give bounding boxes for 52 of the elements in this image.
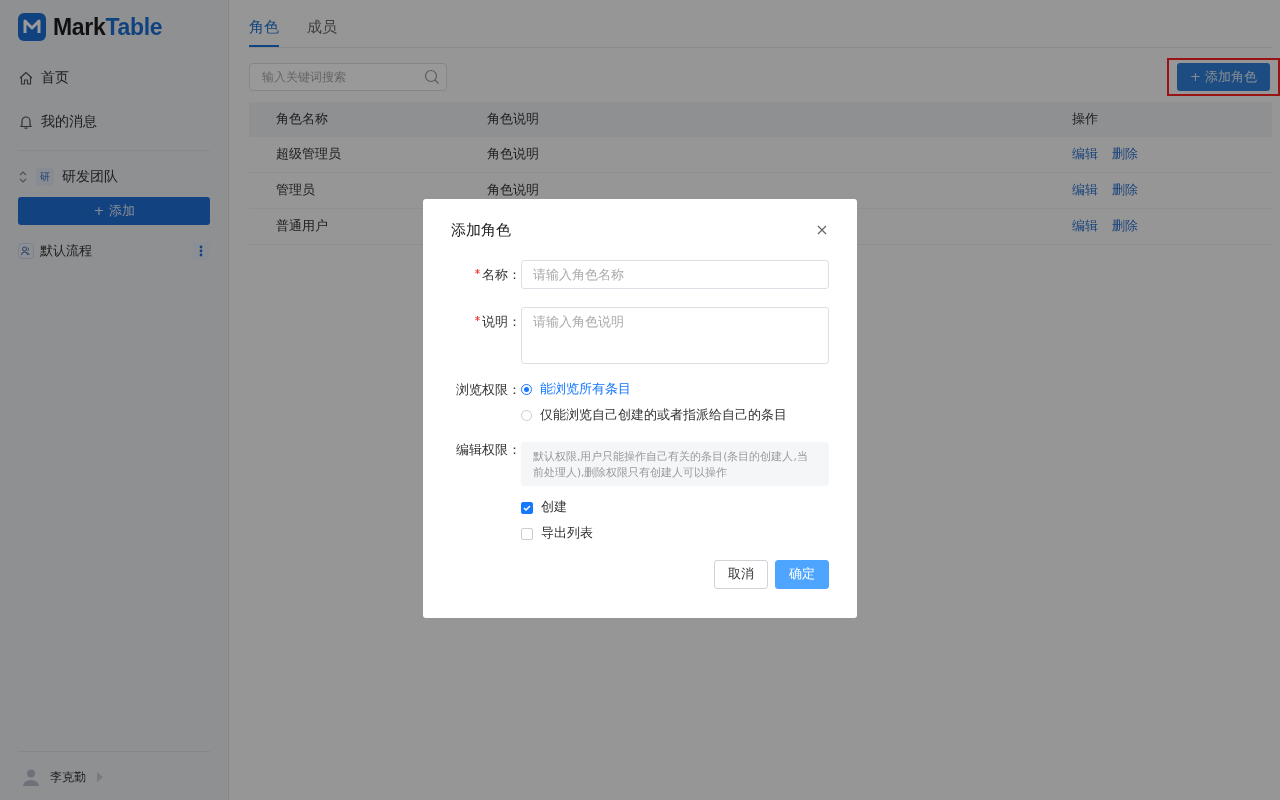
action-link[interactable]: 删除 xyxy=(1112,218,1138,235)
column-header: 角色名称 xyxy=(276,110,328,128)
radio-label[interactable]: 能浏览所有条目 xyxy=(540,381,631,398)
action-link[interactable]: 删除 xyxy=(1112,146,1138,163)
field-label: 浏览权限： xyxy=(456,381,521,399)
caret-icon xyxy=(96,772,104,782)
checkbox[interactable] xyxy=(521,501,533,514)
more-icon xyxy=(199,245,203,257)
field-label: 名称： xyxy=(482,266,521,284)
action-link[interactable]: 编辑 xyxy=(1072,218,1098,235)
team-name[interactable]: 研发团队 xyxy=(62,168,118,186)
logo-icon xyxy=(18,13,46,41)
dialog-title: 添加角色 xyxy=(451,220,511,240)
nav-item[interactable]: 首页 xyxy=(18,56,210,100)
action-link[interactable]: 删除 xyxy=(1112,182,1138,199)
permission-note: 默认权限,用户只能操作自己有关的条目(条目的创建人,当前处理人),删除权限只有创建人可以操作 xyxy=(521,441,829,486)
checkbox-label[interactable]: 创建 xyxy=(541,499,567,516)
more-menu-button[interactable] xyxy=(192,242,210,260)
cancel-button[interactable]: 取消 xyxy=(714,559,768,589)
user-name[interactable]: 李克勤 xyxy=(50,768,86,786)
table-cell: 角色说明 xyxy=(487,146,539,163)
input-field[interactable]: 请输入角色名称 xyxy=(521,259,829,289)
close-icon xyxy=(817,225,827,235)
checkbox-label[interactable]: 导出列表 xyxy=(541,525,593,542)
checkbox[interactable] xyxy=(521,527,533,540)
tab[interactable]: 角色 xyxy=(249,14,279,47)
home-icon xyxy=(18,70,34,86)
add-button[interactable]: + 添加 xyxy=(18,197,210,225)
tab[interactable]: 成员 xyxy=(307,14,337,47)
field-label: 编辑权限： xyxy=(456,441,521,459)
table-cell: 角色说明 xyxy=(487,182,539,199)
expand-collapse-icon xyxy=(18,170,28,184)
action-link[interactable]: 编辑 xyxy=(1072,182,1098,199)
add-role-button[interactable]: + 添加角色 xyxy=(1176,63,1270,91)
team-badge: 研 xyxy=(36,168,54,186)
radio-label[interactable]: 仅能浏览自己创建的或者指派给自己的条目 xyxy=(540,407,787,424)
column-header: 操作 xyxy=(1072,110,1098,128)
column-header: 角色说明 xyxy=(487,110,539,128)
workflow-item[interactable]: 默认流程 xyxy=(40,242,186,260)
field-label: 说明： xyxy=(482,313,521,331)
table-cell: 超级管理员 xyxy=(276,146,341,163)
search-icon xyxy=(424,69,440,85)
app-logo-text: MarkTable xyxy=(53,13,163,41)
action-link[interactable]: 编辑 xyxy=(1072,146,1098,163)
table-cell: 管理员 xyxy=(276,182,315,199)
people-icon xyxy=(18,243,34,259)
user-avatar-icon xyxy=(22,768,40,786)
text-area[interactable]: 请输入角色说明 xyxy=(521,306,829,364)
nav-item[interactable]: 我的消息 xyxy=(18,100,210,144)
bell-icon xyxy=(18,114,34,130)
confirm-button[interactable]: 确定 xyxy=(775,559,829,589)
table-cell: 普通用户 xyxy=(276,218,328,235)
